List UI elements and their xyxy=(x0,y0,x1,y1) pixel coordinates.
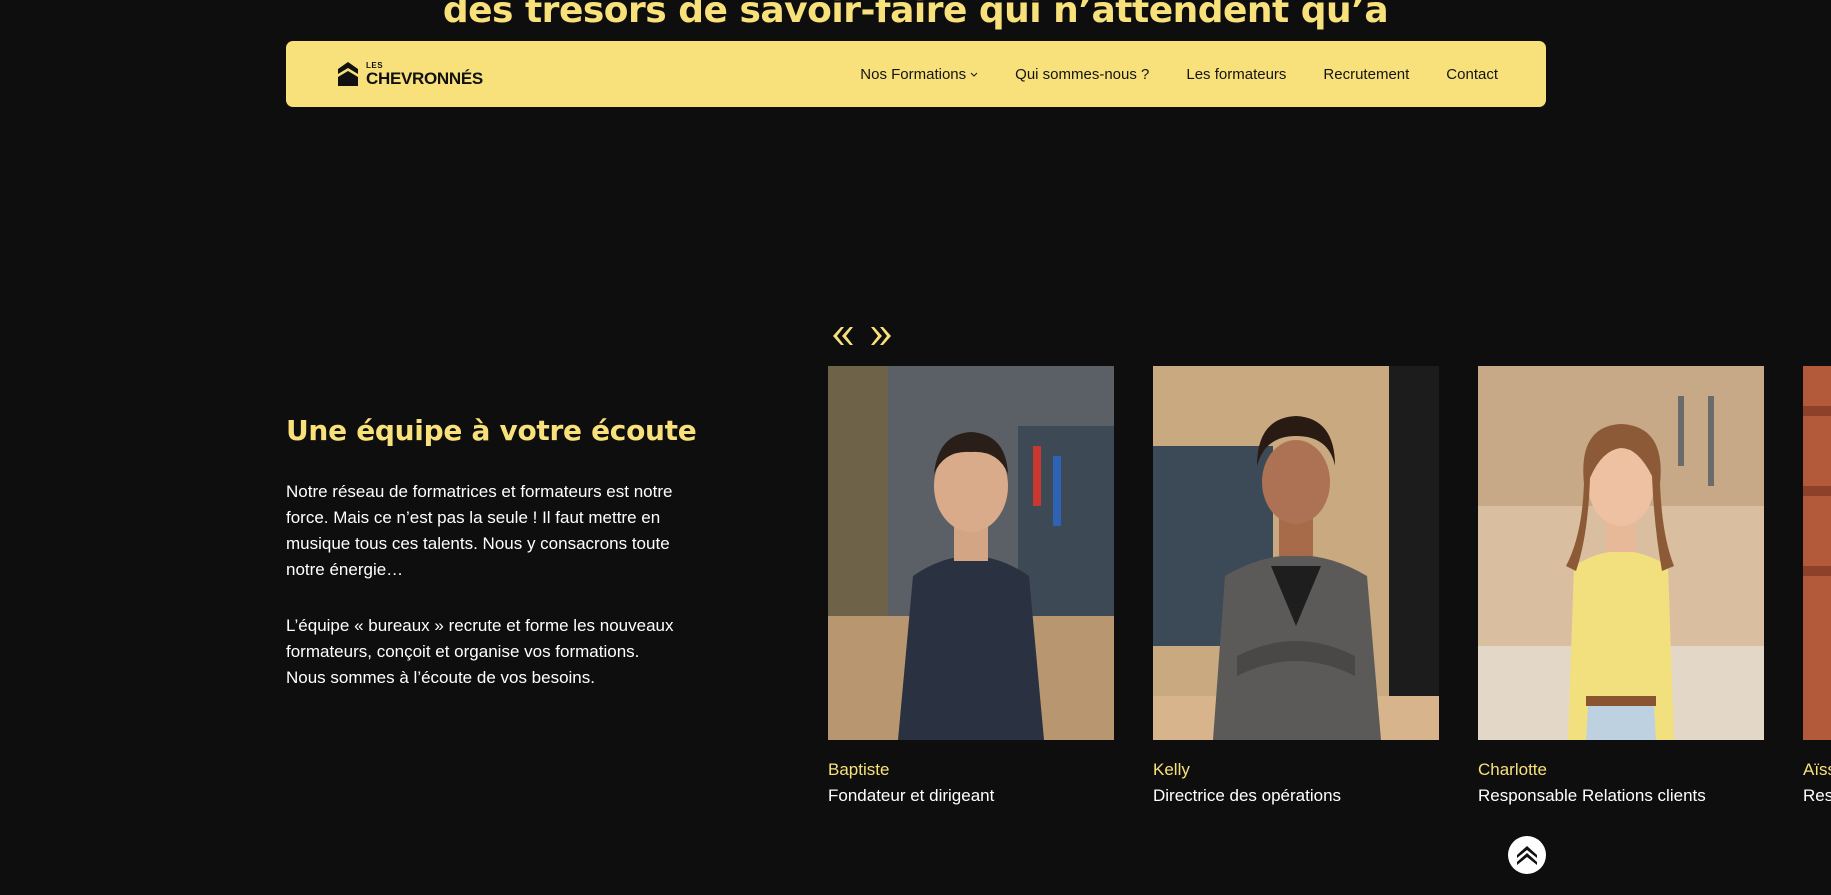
team-member-card[interactable]: Kelly Directrice des opérations xyxy=(1153,366,1439,806)
nav-item-qui-sommes-nous[interactable]: Qui sommes-nous ? xyxy=(1015,66,1149,83)
nav-item-label: Qui sommes-nous ? xyxy=(1015,65,1150,83)
team-member-card[interactable]: Charlotte Responsable Relations clients xyxy=(1478,366,1764,806)
nav-item-label: Les formateurs xyxy=(1186,65,1287,83)
nav-item-contact[interactable]: Contact xyxy=(1446,66,1498,83)
team-member-role: Res xyxy=(1803,786,1831,805)
nav-item-les-formateurs[interactable]: Les formateurs xyxy=(1186,66,1286,83)
scroll-to-top-button[interactable] xyxy=(1508,836,1546,874)
team-member-card[interactable]: Aïss Res xyxy=(1803,366,1831,806)
team-member-role: Responsable Relations clients xyxy=(1478,786,1706,805)
double-chevron-left-icon[interactable] xyxy=(828,322,856,350)
team-member-photo xyxy=(828,366,1114,740)
team-member-photo xyxy=(1478,366,1764,740)
site-logo[interactable]: LES CHEVRONNÉS xyxy=(336,58,483,90)
team-member-photo xyxy=(1803,366,1831,740)
team-member-photo xyxy=(1153,366,1439,740)
team-member-role: Directrice des opérations xyxy=(1153,786,1342,805)
nav-item-label: Recrutement xyxy=(1323,65,1410,83)
team-paragraph-2: L’équipe « bureaux » recrute et forme le… xyxy=(286,616,674,687)
team-member-name: Kelly xyxy=(1153,760,1190,779)
nav-item-recrutement[interactable]: Recrutement xyxy=(1323,66,1409,83)
nav-item-nos-formations[interactable]: Nos Formations xyxy=(860,66,978,83)
page: des trésors de savoir-faire qui n’attend… xyxy=(0,0,1831,895)
nav-menu: Nos Formations Qui sommes-nous ? Les for… xyxy=(860,41,1498,107)
logo-house-icon xyxy=(338,62,358,86)
team-member-name: Baptiste xyxy=(828,760,890,779)
nav-item-label: Nos Formations xyxy=(860,65,967,83)
double-chevron-right-icon[interactable] xyxy=(868,322,896,350)
main-navbar: LES CHEVRONNÉS Nos Formations Qui sommes… xyxy=(286,41,1546,107)
chevron-up-icon xyxy=(1517,846,1537,865)
team-member-role: Fondateur et dirigeant xyxy=(828,786,995,805)
nav-item-label: Contact xyxy=(1446,65,1498,83)
carousel-controls xyxy=(828,322,896,350)
team-member-name: Aïss xyxy=(1803,760,1831,779)
hero-heading-fragment: des trésors de savoir-faire qui n’attend… xyxy=(442,0,1389,31)
chevron-down-icon xyxy=(970,72,978,77)
logo-big-text: CHEVRONNÉS xyxy=(366,68,483,88)
logo-wordmark: LES CHEVRONNÉS xyxy=(366,61,483,88)
team-member-name: Charlotte xyxy=(1478,760,1547,779)
team-paragraph-1: Notre réseau de formatrices et formateur… xyxy=(286,482,673,579)
team-member-card[interactable]: Baptiste Fondateur et dirigeant xyxy=(828,366,1114,806)
team-heading: Une équipe à votre écoute xyxy=(286,414,697,447)
